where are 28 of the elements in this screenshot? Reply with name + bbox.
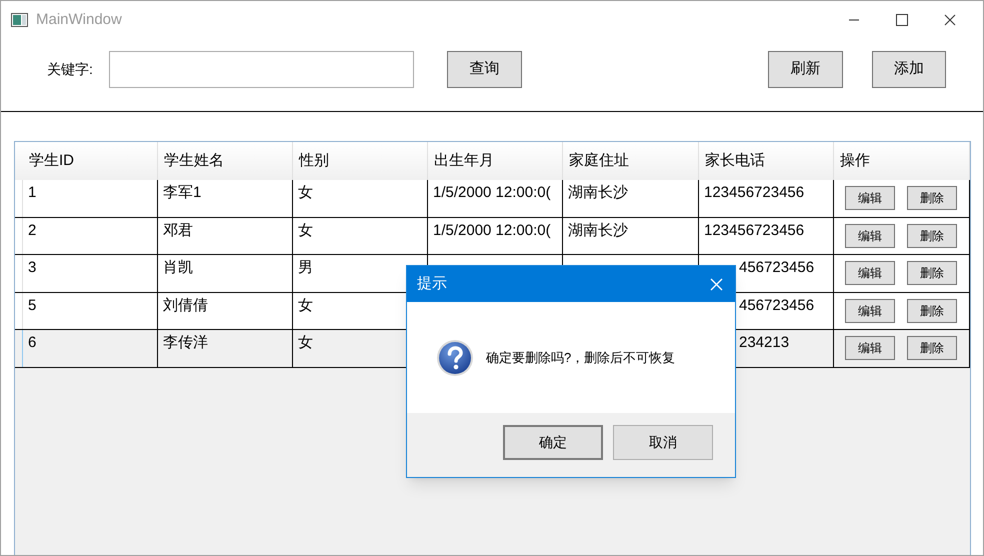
table-cell: 234213 [739, 334, 790, 351]
table-cell: 肖凯 [163, 259, 193, 276]
table-cell: 1/5/2000 12:00:0( [433, 184, 551, 201]
table-cell: 湖南长沙 [568, 222, 628, 238]
table-cell: 6 [28, 334, 36, 351]
window-title: MainWindow [36, 10, 122, 30]
table-cell: 李传洋 [163, 334, 208, 351]
dialog-title: 提示 [417, 274, 447, 294]
table-cell: 1 [28, 184, 36, 201]
table-cell: 5 [28, 296, 36, 314]
dialog-message: 确定要删除吗?，删除后不可恢复 [486, 348, 676, 367]
table-cell: 1/5/2000 12:00:0( [433, 222, 551, 238]
table-cell: 456723456 [739, 296, 814, 314]
table-cell: 123456723456 [704, 184, 804, 201]
table-cell: 女 [298, 222, 313, 238]
table-cell: 男 [298, 259, 313, 276]
table-cell: 刘倩倩 [163, 296, 208, 314]
table-cell: 李军1 [163, 184, 202, 201]
table-cell: 123456723456 [704, 222, 804, 238]
table-cell: 女 [298, 184, 313, 201]
table-cell: 女 [298, 296, 313, 314]
table-cell: 456723456 [739, 259, 814, 276]
table-cell: 女 [298, 334, 313, 351]
table-cell: 2 [28, 222, 36, 238]
table-cell: 湖南长沙 [568, 184, 628, 201]
table-cell: 邓君 [163, 222, 193, 238]
keyword-label: 关键字: [47, 60, 93, 78]
table-cell: 3 [28, 259, 36, 276]
